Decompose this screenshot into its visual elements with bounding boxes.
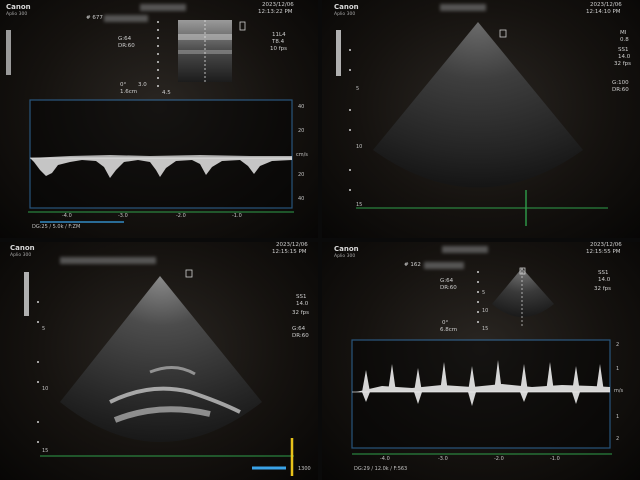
- depth-mark-15: 15: [356, 202, 363, 208]
- cardiac-sector-image: [60, 276, 262, 442]
- doppler-scale-bottom: 2: [616, 436, 620, 442]
- time-tick-4: -1.0: [550, 456, 560, 462]
- doppler-spectrum-box: [29, 99, 293, 209]
- q3-graphics: [24, 269, 294, 476]
- ultrasound-panel-top-left: Canon Aplio 300 # 677 2023/12/06 12:13:22…: [0, 0, 318, 238]
- ultrasound-panel-bottom-right: Canon Aplio 300 # 162 2023/12/06 12:15:55…: [322, 242, 640, 480]
- depth-mark-5: 5: [356, 86, 360, 92]
- sector-thumbnail: [492, 268, 554, 317]
- ultrasound-panel-top-right: Canon Aplio 300 2023/12/06 12:14:10 PM MI…: [322, 0, 640, 238]
- doppler-scale-top: 2: [616, 342, 620, 348]
- q2-graphics: [336, 22, 608, 226]
- sector-image: [373, 22, 583, 188]
- time-tick-3: -2.0: [494, 456, 504, 462]
- doppler-unit: m/s: [614, 388, 624, 394]
- time-tick-4: -1.0: [232, 213, 242, 219]
- doppler-status: DG:29 / 12.0k / F:563: [354, 466, 408, 472]
- depth-mark-15: 15: [482, 326, 489, 332]
- time-tick-3: -2.0: [176, 213, 186, 219]
- doppler-scale-lower: 1: [616, 414, 620, 420]
- doppler-scale-upper: 20: [298, 128, 305, 134]
- time-tick-1: -4.0: [62, 213, 72, 219]
- doppler-scale-lower: 20: [298, 172, 305, 178]
- doppler-status: DG:25 / 5.0k / F:ZM: [32, 224, 81, 230]
- depth-mark-10: 10: [482, 308, 489, 314]
- depth-mark-15: 15: [42, 448, 49, 454]
- depth-mark-5: 5: [42, 326, 46, 332]
- ultrasound-panel-bottom-left: Canon Aplio 300 2023/12/06 12:15:15 PM SS…: [0, 242, 318, 480]
- doppler-unit: cm/s: [296, 152, 308, 158]
- q1-graphics: [6, 20, 294, 223]
- depth-mark-10: 10: [42, 386, 49, 392]
- gray-scale-bar: [6, 30, 11, 75]
- doppler-scale-top: 40: [298, 104, 305, 110]
- doppler-scale-upper: 1: [616, 366, 620, 372]
- gray-scale-bar: [24, 272, 29, 316]
- time-tick-2: -3.0: [438, 456, 448, 462]
- time-tick-2: -3.0: [118, 213, 128, 219]
- time-tick-1: -4.0: [380, 456, 390, 462]
- gray-scale-bar: [336, 30, 341, 76]
- heart-rate-readout: 1300: [298, 466, 311, 472]
- doppler-spectrum-box: [351, 339, 611, 449]
- depth-mark-10: 10: [356, 144, 363, 150]
- depth-mark-5: 5: [482, 290, 486, 296]
- q4-graphics: [351, 267, 612, 455]
- doppler-scale-bottom: 40: [298, 196, 305, 202]
